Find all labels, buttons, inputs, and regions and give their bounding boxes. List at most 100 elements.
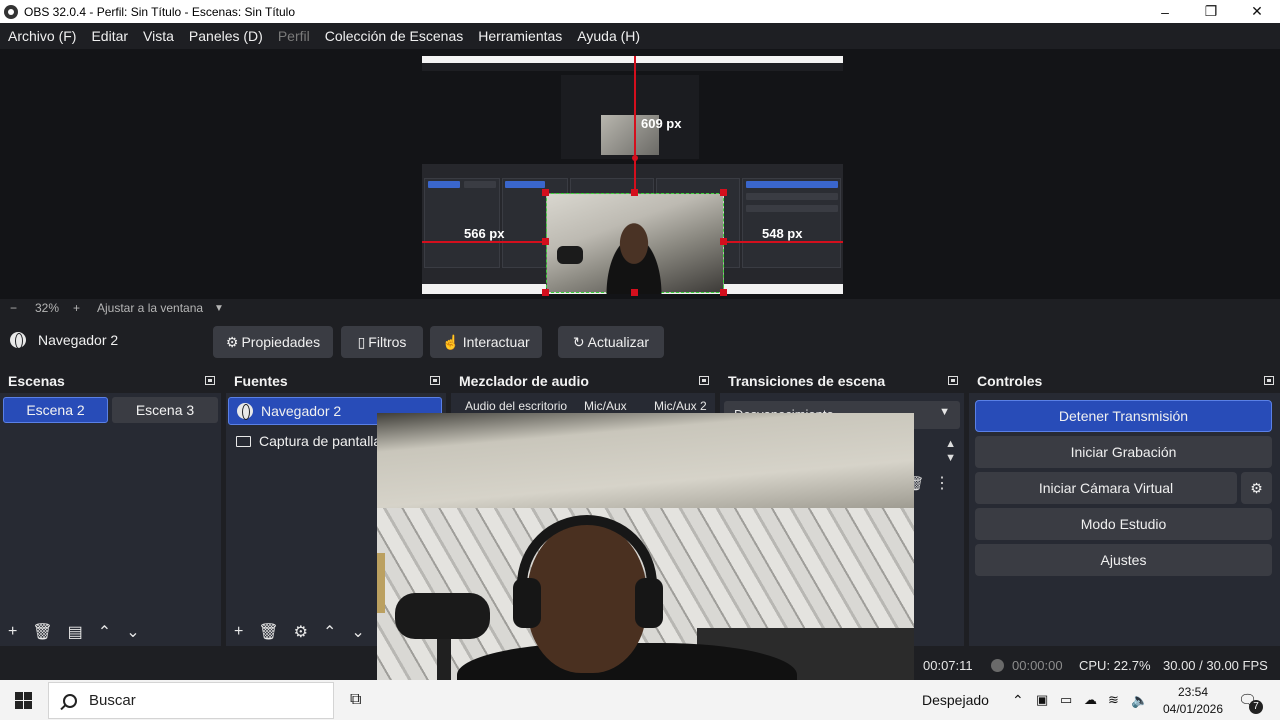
mixer-channel[interactable]: Audio del escritorio: [465, 399, 567, 413]
scenes-list: Escena 2 Escena 3: [0, 393, 221, 646]
cloud-icon[interactable]: ☁: [1084, 680, 1097, 720]
nested-preview: [422, 71, 843, 164]
sources-title: Fuentes: [234, 373, 288, 389]
resize-handle-br[interactable]: [720, 289, 727, 296]
controls-dock-title: Controles: [969, 369, 1280, 393]
add-scene-icon[interactable]: +: [8, 623, 17, 641]
menu-edit[interactable]: Editar: [91, 28, 128, 44]
scene-item[interactable]: Escena 2: [3, 397, 108, 423]
source-label: Navegador 2: [261, 403, 342, 419]
fps-counter: 30.00 / 30.00 FPS: [1163, 658, 1268, 673]
search-icon: [63, 693, 77, 708]
taskbar-search[interactable]: Buscar: [48, 682, 334, 719]
refresh-label: Actualizar: [587, 334, 650, 350]
nested-title-bar: [422, 56, 843, 63]
undock-icon[interactable]: [1264, 376, 1274, 385]
wifi-icon[interactable]: ≋: [1108, 680, 1119, 720]
scene-filters-icon[interactable]: ▤: [68, 622, 83, 642]
minimize-button[interactable]: –: [1142, 0, 1188, 23]
move-down-icon[interactable]: ⌄: [351, 622, 364, 642]
menu-profile[interactable]: Perfil: [278, 28, 310, 44]
remove-source-icon[interactable]: 🗑: [258, 622, 278, 642]
nested-scene-button: [464, 181, 496, 188]
source-properties-icon[interactable]: ⚙: [294, 622, 308, 642]
ceiling-image: [377, 413, 914, 523]
headset-earcup-image: [635, 578, 663, 628]
scenes-title: Escenas: [8, 373, 65, 389]
properties-label: Propiedades: [241, 334, 321, 350]
interact-button[interactable]: ☝ Interactuar: [430, 326, 542, 358]
mixer-channel[interactable]: Mic/Aux: [584, 399, 627, 413]
record-indicator-icon: [991, 659, 1004, 672]
move-up-icon[interactable]: ⌃: [98, 622, 111, 642]
resize-handle-tl[interactable]: [542, 189, 549, 196]
left-distance-label: 566 px: [464, 226, 505, 241]
taskbar-search-placeholder: Buscar: [89, 692, 136, 709]
scene-item[interactable]: Escena 3: [112, 397, 218, 423]
duration-spinner[interactable]: ▲ ▼: [945, 437, 956, 465]
filters-button[interactable]: ▯ Filtros: [341, 326, 423, 358]
refresh-button[interactable]: ↻ Actualizar: [558, 326, 664, 358]
start-virtual-camera-button[interactable]: Iniciar Cámara Virtual: [975, 472, 1237, 504]
controls-dock: Controles Detener Transmisión Iniciar Gr…: [969, 369, 1280, 646]
meet-icon[interactable]: ▣: [1036, 680, 1048, 720]
selected-source-bounds[interactable]: [546, 193, 724, 294]
nested-source-item: [505, 181, 545, 188]
volume-icon[interactable]: 🔈: [1131, 680, 1148, 720]
resize-handle-bl[interactable]: [542, 289, 549, 296]
menu-scene-collection[interactable]: Colección de Escenas: [325, 28, 464, 44]
source-toolbar: Navegador 2 ⚙ Propiedades ▯ Filtros ☝ In…: [0, 320, 1280, 364]
more-options-icon[interactable]: ⋮: [934, 473, 950, 493]
resize-handle-t[interactable]: [631, 189, 638, 196]
controls-title: Controles: [977, 373, 1043, 389]
add-source-icon[interactable]: +: [234, 623, 243, 641]
start-recording-button[interactable]: Iniciar Grabación: [975, 436, 1272, 468]
weather-text[interactable]: Despejado: [922, 680, 989, 720]
settings-button[interactable]: Ajustes: [975, 544, 1272, 576]
lamp-stand-image: [377, 553, 385, 613]
mixer-channel[interactable]: Mic/Aux 2: [654, 399, 707, 413]
menu-view[interactable]: Vista: [143, 28, 174, 44]
resize-handle-tr[interactable]: [720, 189, 727, 196]
undock-icon[interactable]: [948, 376, 958, 385]
maximize-button[interactable]: ❐: [1188, 0, 1234, 23]
zoom-dropdown-icon[interactable]: ▼: [214, 303, 224, 314]
resize-handle-l[interactable]: [542, 238, 549, 245]
remove-scene-icon[interactable]: 🗑: [32, 622, 52, 642]
properties-button[interactable]: ⚙ Propiedades: [213, 326, 333, 358]
undock-icon[interactable]: [430, 376, 440, 385]
nested-scene-button: [428, 181, 460, 188]
resize-handle-b[interactable]: [631, 289, 638, 296]
undock-icon[interactable]: [205, 376, 215, 385]
studio-mode-button[interactable]: Modo Estudio: [975, 508, 1272, 540]
clock[interactable]: 23:54 04/01/2026: [1158, 684, 1228, 718]
virtual-camera-settings-button[interactable]: ⚙: [1241, 472, 1272, 504]
zoom-out-button[interactable]: −: [10, 301, 17, 315]
windows-start-icon[interactable]: [15, 692, 32, 709]
show-hidden-icons-icon[interactable]: ⌃: [1012, 680, 1024, 720]
move-up-icon[interactable]: ⌃: [323, 622, 336, 642]
undock-icon[interactable]: [699, 376, 709, 385]
move-down-icon[interactable]: ⌄: [126, 622, 139, 642]
webcam-overlay-window[interactable]: [377, 413, 914, 713]
preview-zoom-bar: − 32% + Ajustar a la ventana ▼: [0, 299, 1280, 317]
microphone-image: [557, 246, 583, 264]
close-button[interactable]: ✕: [1234, 0, 1280, 23]
windows-taskbar: Buscar ⧉ Despejado ⌃ ▣ ▭ ☁ ≋ 🔈 23:54 04/…: [0, 680, 1280, 720]
battery-icon[interactable]: ▭: [1060, 680, 1072, 720]
menu-docks[interactable]: Paneles (D): [189, 28, 263, 44]
scenes-dock: Escenas Escena 2 Escena 3 + 🗑 ▤ ⌃ ⌄: [0, 369, 221, 646]
menu-help[interactable]: Ayuda (H): [577, 28, 640, 44]
stop-streaming-button[interactable]: Detener Transmisión: [975, 400, 1272, 432]
scenes-footer: + 🗑 ▤ ⌃ ⌄: [0, 618, 221, 646]
selected-source: Navegador 2: [10, 332, 118, 349]
zoom-in-button[interactable]: +: [73, 301, 80, 315]
menu-file[interactable]: Archivo (F): [8, 28, 76, 44]
menu-tools[interactable]: Herramientas: [478, 28, 562, 44]
task-view-icon[interactable]: ⧉: [350, 680, 361, 720]
nested-control-button: [746, 193, 838, 200]
monitor-icon: [236, 435, 251, 447]
resize-handle-r[interactable]: [720, 238, 727, 245]
fit-to-window-button[interactable]: Ajustar a la ventana: [97, 301, 203, 315]
clock-time: 23:54: [1177, 685, 1209, 699]
